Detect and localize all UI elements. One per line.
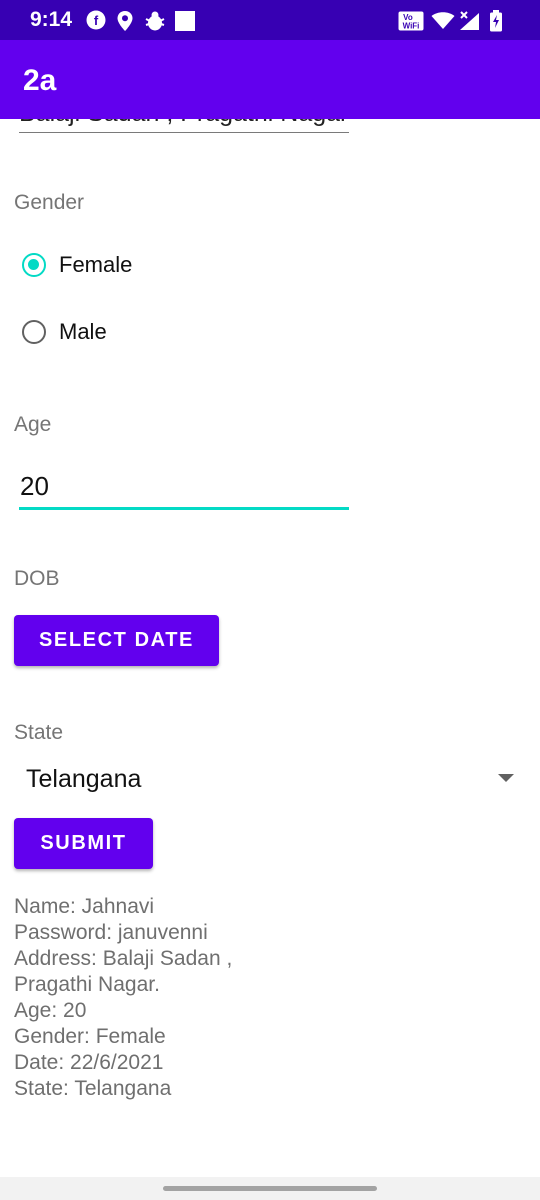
vowifi-icon: Vo WiFi [398,11,424,36]
result-line: Password: januvenni [14,921,208,944]
dropdown-arrow-icon [498,774,514,782]
svg-text:f: f [94,13,99,28]
app-title: 2a [23,64,57,97]
select-date-button[interactable]: SELECT DATE [14,615,219,666]
gesture-handle[interactable] [163,1186,377,1191]
status-time: 9:14 [30,8,73,31]
radio-male[interactable]: Male [22,317,107,347]
flipkart-icon: f [86,10,106,35]
status-bar: 9:14 f Vo WiFi [0,0,540,40]
submit-button[interactable]: SUBMIT [14,818,153,869]
result-line: Gender: Female [14,1025,166,1048]
form-content[interactable]: Balaji Sadan , Pragathi Nagar. Gender Fe… [0,119,540,1177]
address-field[interactable]: Balaji Sadan , Pragathi Nagar. [19,119,349,133]
signal-icon [459,11,483,36]
navigation-bar [0,1177,540,1200]
battery-icon [489,10,503,37]
radio-female-button[interactable] [22,253,46,277]
result-line: Pragathi Nagar. [14,973,160,996]
radio-male-label: Male [59,319,107,344]
svg-text:WiFi: WiFi [403,22,420,31]
wifi-icon [431,12,455,35]
result-line: Age: 20 [14,999,87,1022]
address-value: Balaji Sadan , Pragathi Nagar. [19,119,349,127]
state-value: Telangana [26,765,142,793]
state-spinner[interactable]: Telangana [14,753,524,803]
state-label: State [14,721,64,744]
age-label: Age [14,413,52,436]
age-input[interactable]: 20 [19,469,349,510]
square-icon [175,11,195,36]
app-bar: 2a [0,40,540,119]
radio-male-button[interactable] [22,320,46,344]
age-value: 20 [20,471,49,501]
result-text: Name: Jahnavi Password: januvenni Addres… [14,894,232,1102]
radio-female-label: Female [59,252,133,277]
result-line: Address: Balaji Sadan , [14,947,233,970]
result-line: State: Telangana [14,1077,172,1100]
gender-label: Gender [14,191,85,214]
location-pin-icon [116,10,134,37]
result-line: Name: Jahnavi [14,895,155,918]
dob-label: DOB [14,567,60,590]
bug-icon [144,10,166,37]
radio-female[interactable]: Female [22,250,132,280]
result-line: Date: 22/6/2021 [14,1051,164,1074]
